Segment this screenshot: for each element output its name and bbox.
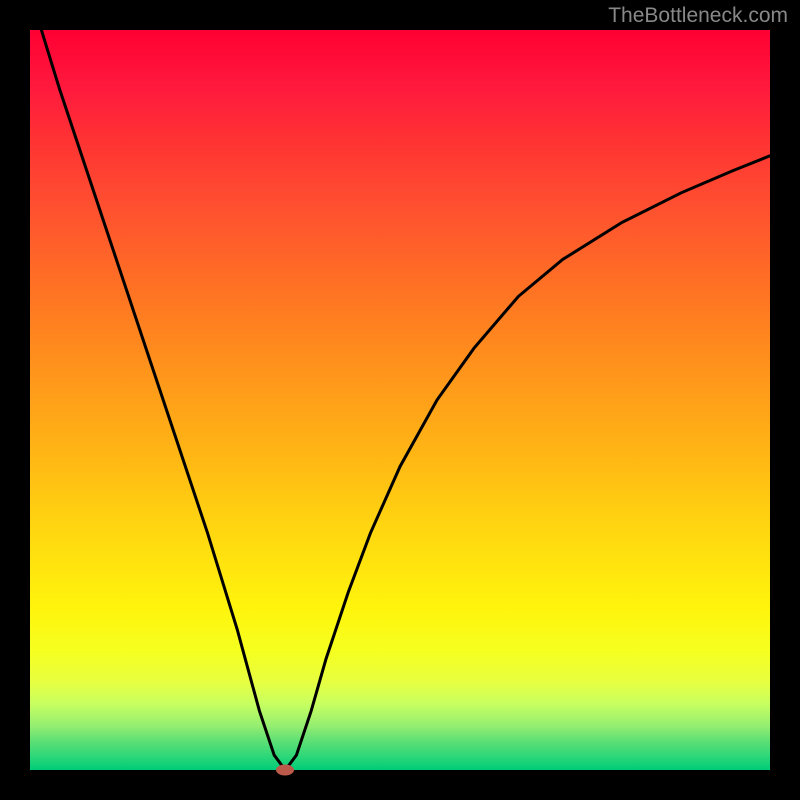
chart-plot-area [30, 30, 770, 770]
watermark-text: TheBottleneck.com [608, 4, 788, 28]
bottleneck-curve [30, 30, 770, 770]
minimum-point-marker [276, 765, 294, 776]
